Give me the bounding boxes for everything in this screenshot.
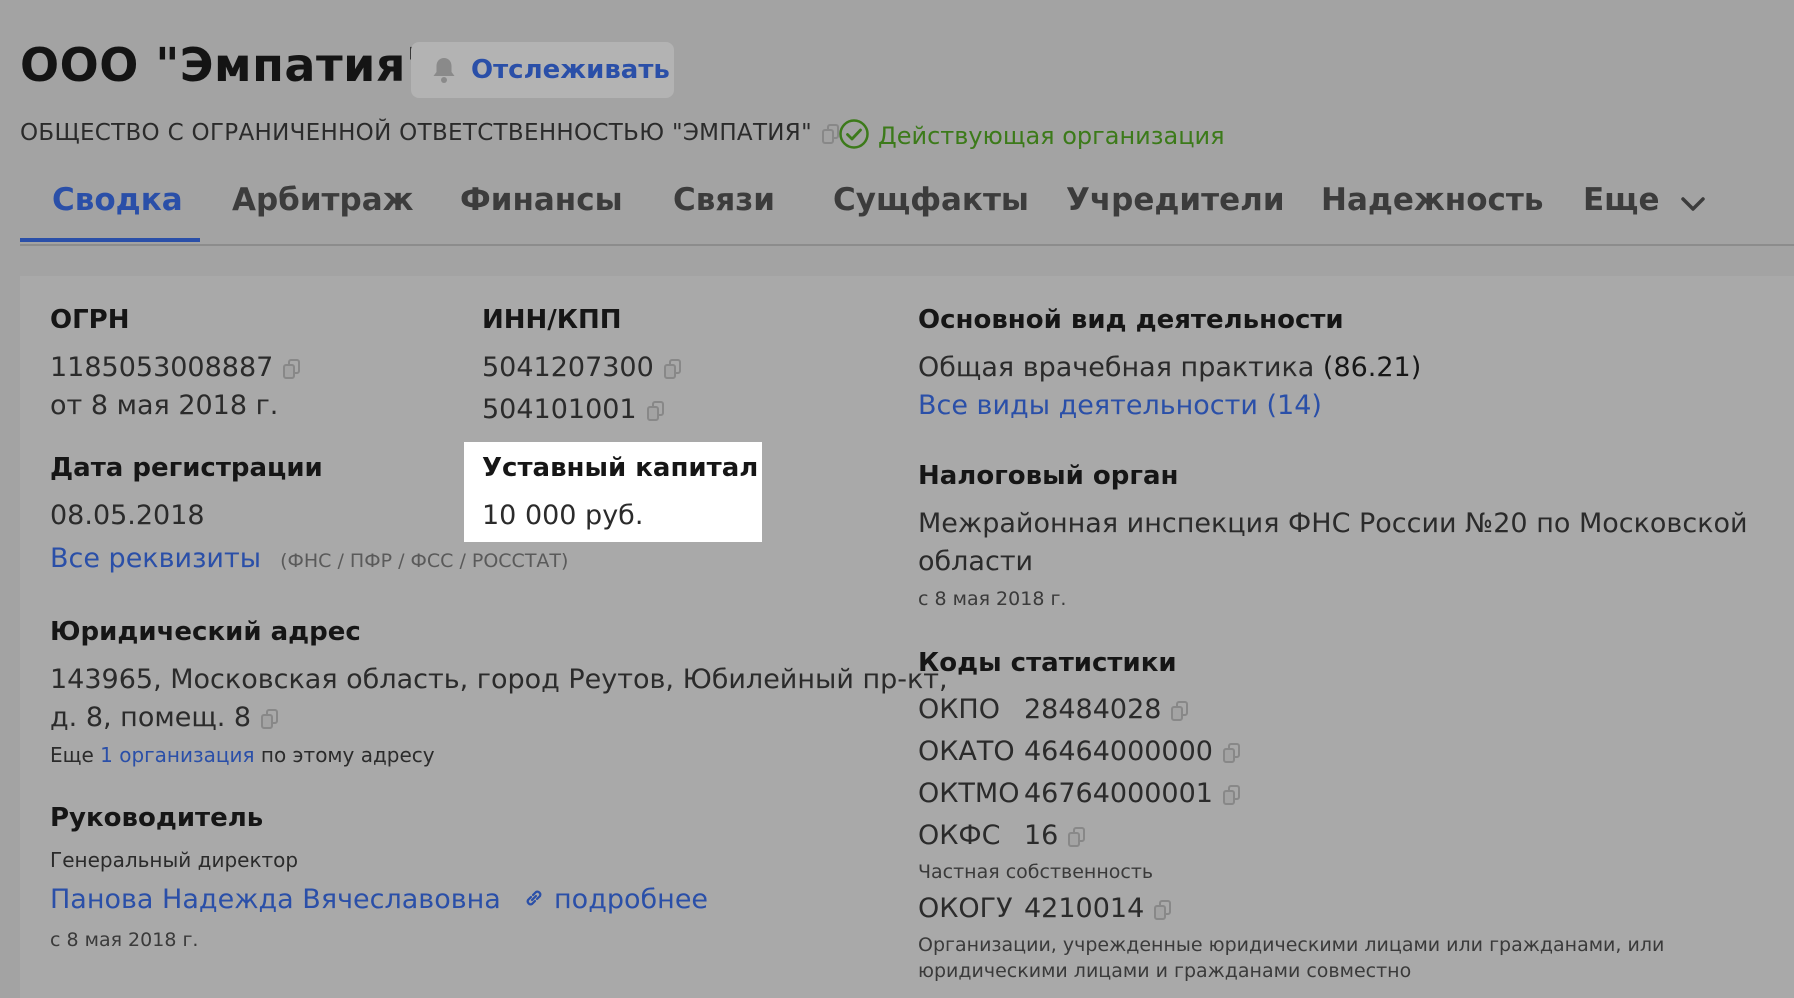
follow-button[interactable]: Отслеживать: [411, 42, 674, 98]
okogu-value: 4210014: [1024, 893, 1145, 924]
tab-connections[interactable]: Связи: [673, 182, 775, 218]
requisites-note: (ФНС / ПФР / ФСС / РОССТАТ): [280, 550, 569, 572]
okpo-row: ОКПО 28484028: [918, 694, 1189, 725]
same-address-prefix: Еще: [50, 743, 94, 767]
okfs-row: ОКФС 16: [918, 820, 1086, 851]
director-position: Генеральный директор: [50, 848, 299, 872]
okogu-desc-1: Организации, учрежденные юридическими ли…: [918, 934, 1665, 956]
oktmo-row: ОКТМО 46764000001: [918, 778, 1241, 809]
director-details-link[interactable]: подробнее: [523, 884, 708, 915]
copy-icon[interactable]: [261, 708, 279, 729]
tab-founders[interactable]: Учредители: [1066, 182, 1285, 218]
okpo-value: 28484028: [1024, 694, 1162, 725]
activity-code: (86.21): [1322, 352, 1422, 383]
tab-more[interactable]: Еще: [1583, 182, 1706, 220]
tax-since: с 8 мая 2018 г.: [918, 588, 1067, 610]
tax-label: Налоговый орган: [918, 461, 1179, 491]
copy-icon[interactable]: [1222, 742, 1241, 763]
ogrn-number: 1185053008887: [50, 352, 274, 383]
follow-label: Отслеживать: [471, 55, 670, 85]
okato-value: 46464000000: [1024, 736, 1213, 767]
page-title: ООО "Эмпатия": [20, 38, 431, 92]
tax-line2: области: [918, 546, 1034, 577]
status-text: Действующая организация: [878, 122, 1225, 150]
activity-text: Общая врачебная практика: [918, 352, 1315, 383]
address-label: Юридический адрес: [50, 617, 361, 647]
stats-label: Коды статистики: [918, 648, 1177, 678]
full-company-name: ОБЩЕСТВО С ОГРАНИЧЕННОЙ ОТВЕТСТВЕННОСТЬЮ…: [20, 120, 840, 146]
status-badge: Действующая организация: [838, 118, 1225, 154]
copy-icon[interactable]: [1068, 826, 1086, 847]
bell-icon: [429, 55, 459, 85]
inn-value: 5041207300: [482, 352, 682, 383]
copy-icon[interactable]: [1222, 784, 1241, 805]
copy-icon[interactable]: [663, 358, 682, 379]
active-tab-indicator: [20, 238, 200, 242]
copy-icon[interactable]: [646, 400, 665, 421]
oktmo-value: 46764000001: [1024, 778, 1213, 809]
chevron-down-icon: [1680, 184, 1706, 220]
ogrn-date: от 8 мая 2018 г.: [50, 390, 279, 421]
kpp-value: 504101001: [482, 394, 665, 425]
tab-arbitration[interactable]: Арбитраж: [232, 182, 413, 218]
copy-icon[interactable]: [1154, 899, 1172, 920]
okato-code: ОКАТО: [918, 736, 1015, 767]
okpo-code: ОКПО: [918, 694, 1000, 725]
okato-row: ОКАТО 46464000000: [918, 736, 1241, 767]
same-address-link[interactable]: 1 организация: [100, 743, 254, 767]
ogrn-label: ОГРН: [50, 305, 130, 335]
tab-facts[interactable]: Сущфакты: [833, 182, 1029, 218]
address-line2-text: д. 8, помещ. 8: [50, 702, 252, 733]
same-address-note: Еще 1 организация по этому адресу: [50, 743, 435, 767]
tab-finance[interactable]: Финансы: [460, 182, 623, 218]
okogu-row: ОКОГУ 4210014: [918, 893, 1172, 924]
link-icon: [523, 885, 545, 916]
check-circle-icon: [838, 118, 870, 154]
okfs-code: ОКФС: [918, 820, 1001, 851]
requisites-row: Все реквизиты (ФНС / ПФР / ФСС / РОССТАТ…: [50, 543, 568, 574]
same-address-suffix: по этому адресу: [260, 743, 435, 767]
director-details-label: подробнее: [554, 884, 709, 915]
tab-bar: Сводка Арбитраж Финансы Связи Сущфакты У…: [20, 168, 1794, 246]
kpp-number: 504101001: [482, 394, 637, 425]
all-activities-link[interactable]: Все виды деятельности (14): [918, 390, 1322, 421]
director-row: Панова Надежда Вячеславовна подробнее: [50, 884, 708, 916]
activity-value: Общая врачебная практика (86.21): [918, 352, 1421, 383]
okfs-desc: Частная собственность: [918, 861, 1154, 883]
okogu-code: ОКОГУ: [918, 893, 1013, 924]
ogrn-value: 1185053008887: [50, 352, 301, 383]
director-label: Руководитель: [50, 803, 264, 833]
tax-line1: Межрайонная инспекция ФНС России №20 по …: [918, 508, 1748, 539]
copy-icon[interactable]: [1171, 700, 1189, 721]
inn-kpp-label: ИНН/КПП: [482, 305, 622, 335]
director-name-link[interactable]: Панова Надежда Вячеславовна: [50, 884, 501, 915]
reg-date-label: Дата регистрации: [50, 453, 323, 483]
address-line1: 143965, Московская область, город Реутов…: [50, 664, 948, 695]
tab-summary[interactable]: Сводка: [52, 182, 183, 218]
tab-reliability[interactable]: Надежность: [1321, 182, 1543, 218]
reg-date-value: 08.05.2018: [50, 500, 205, 531]
capital-label: Уставный капитал: [482, 453, 759, 483]
address-line2: д. 8, помещ. 8: [50, 702, 279, 733]
tab-more-label: Еще: [1583, 182, 1660, 218]
all-requisites-link[interactable]: Все реквизиты: [50, 543, 261, 574]
capital-value: 10 000 руб.: [482, 500, 644, 531]
copy-icon[interactable]: [283, 358, 301, 379]
okogu-desc-2: юридическими лицами и гражданами совмест…: [918, 960, 1412, 982]
okfs-value: 16: [1024, 820, 1059, 851]
activity-label: Основной вид деятельности: [918, 305, 1344, 335]
oktmo-code: ОКТМО: [918, 778, 1020, 809]
inn-number: 5041207300: [482, 352, 654, 383]
director-since: с 8 мая 2018 г.: [50, 929, 199, 951]
full-name-text: ОБЩЕСТВО С ОГРАНИЧЕННОЙ ОТВЕТСТВЕННОСТЬЮ…: [20, 120, 812, 146]
